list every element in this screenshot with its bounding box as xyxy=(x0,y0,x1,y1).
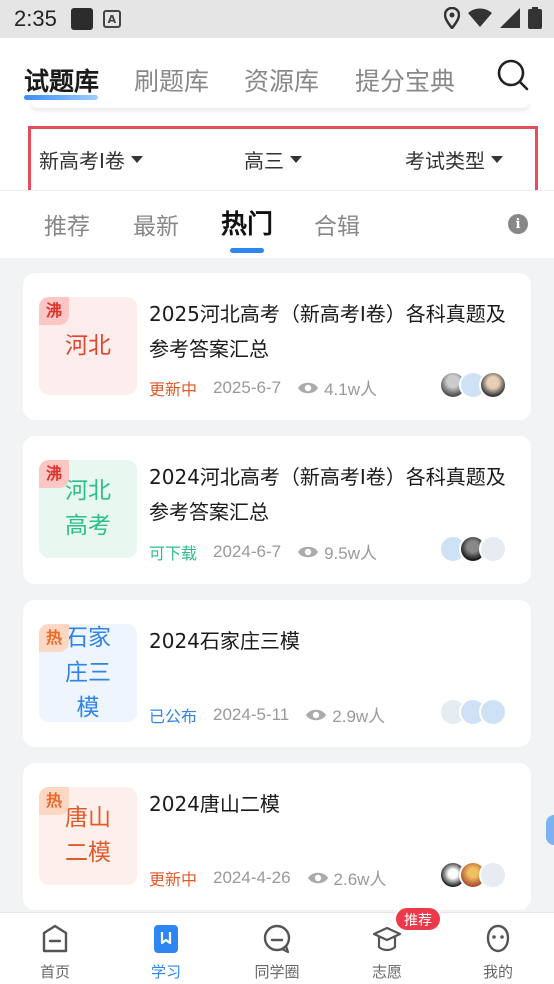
notification-a-icon: A xyxy=(102,10,121,28)
filter-bar: 新高考I卷 高三 考试类型 xyxy=(28,126,538,196)
avatar-group xyxy=(439,698,507,726)
hot-tag: 沸 xyxy=(39,460,69,488)
card-thumbnail: 热 石家庄三模 xyxy=(39,624,137,722)
views-count: 4.1w人 xyxy=(297,375,377,400)
status-bar: 2:35 A xyxy=(0,0,554,38)
battery-icon xyxy=(528,7,542,29)
wifi-icon xyxy=(468,8,492,27)
status-label: 更新中 xyxy=(149,379,198,399)
card-title: 2025河北高考（新高考I卷）各科真题及参考答案汇总 xyxy=(149,302,506,361)
card-thumbnail: 沸 河北 xyxy=(39,297,137,395)
floating-edge-button[interactable] xyxy=(546,815,554,845)
card-meta: 更新中 2024-4-26 2.6w人 xyxy=(149,865,386,890)
thumbnail-text: 河北 xyxy=(65,332,111,359)
header: 试题库 刷题库 资源库 提分宝典 新高考I卷 高三 考试类型 xyxy=(0,38,554,196)
date-label: 2025-6-7 xyxy=(213,377,282,397)
avatar xyxy=(479,861,507,889)
card-thumbnail: 沸 河北高考 xyxy=(39,460,137,558)
sub-tabs: 推荐 最新 热门 合辑 i xyxy=(0,190,554,258)
hot-tag: 沸 xyxy=(39,297,69,325)
avatar xyxy=(479,371,507,399)
tab-score-guide[interactable]: 提分宝典 xyxy=(355,62,455,98)
filter-paper-dropdown[interactable]: 新高考I卷 xyxy=(39,145,143,174)
list-item[interactable]: 热 石家庄三模 2024石家庄三模 已公布 2024-5-11 2.9w人 xyxy=(23,600,531,747)
search-icon[interactable] xyxy=(496,58,530,92)
views-count: 2.9w人 xyxy=(305,702,385,727)
notification-app-icon xyxy=(70,8,93,30)
views-label: 9.5w人 xyxy=(324,544,377,563)
hot-tag: 热 xyxy=(39,787,69,815)
hot-tag: 热 xyxy=(39,624,69,652)
avatar-group xyxy=(439,535,507,563)
filter-exam-type-label: 考试类型 xyxy=(405,149,485,173)
avatar xyxy=(479,535,507,563)
nav-home-label: 首页 xyxy=(39,963,70,981)
card-thumbnail: 热 唐山二模 xyxy=(39,787,137,885)
filter-grade-dropdown[interactable]: 高三 xyxy=(244,145,302,174)
list-item[interactable]: 沸 河北 2025河北高考（新高考I卷）各科真题及参考答案汇总 更新中 2025… xyxy=(23,273,531,420)
views-count: 9.5w人 xyxy=(297,539,377,564)
study-book-icon xyxy=(154,925,178,953)
status-label: 可下载 xyxy=(149,543,198,563)
tab-hot[interactable]: 热门 xyxy=(221,204,273,241)
list-item[interactable]: 沸 河北高考 2024河北高考（新高考I卷）各科真题及参考答案汇总 可下载 20… xyxy=(23,436,531,584)
views-count: 2.6w人 xyxy=(307,865,387,890)
nav-classmates[interactable]: 同学圈 xyxy=(237,913,317,984)
card-title: 2024河北高考（新高考I卷）各科真题及参考答案汇总 xyxy=(149,465,506,524)
views-label: 2.9w人 xyxy=(332,707,386,726)
tab-recommended[interactable]: 推荐 xyxy=(44,207,90,241)
status-label: 已公布 xyxy=(149,706,198,726)
thumbnail-text: 河北高考 xyxy=(65,478,111,539)
views-label: 4.1w人 xyxy=(324,380,377,399)
nav-home[interactable]: 首页 xyxy=(15,913,95,984)
card-title: 2024石家庄三模 xyxy=(149,629,300,653)
tab-collections[interactable]: 合辑 xyxy=(314,207,360,241)
nav-aspiration-label: 志愿 xyxy=(371,963,402,981)
home-icon xyxy=(42,924,68,953)
nav-study[interactable]: 学习 xyxy=(126,913,206,984)
avatar xyxy=(479,698,507,726)
card-title: 2024唐山二模 xyxy=(149,792,280,816)
sub-tab-indicator xyxy=(230,248,264,253)
profile-face-icon xyxy=(486,924,510,953)
info-icon[interactable]: i xyxy=(508,214,528,234)
views-label: 2.6w人 xyxy=(333,870,387,889)
date-label: 2024-4-26 xyxy=(213,867,291,887)
tab-question-bank[interactable]: 试题库 xyxy=(24,62,99,98)
card-meta: 已公布 2024-5-11 2.9w人 xyxy=(149,702,385,727)
location-icon xyxy=(444,7,460,29)
filter-paper-label: 新高考I卷 xyxy=(39,149,125,173)
filter-exam-type-dropdown[interactable]: 考试类型 xyxy=(405,145,503,174)
eye-icon xyxy=(298,546,319,557)
list-item[interactable]: 热 唐山二模 2024唐山二模 更新中 2024-4-26 2.6w人 xyxy=(23,763,531,910)
eye-icon xyxy=(307,872,328,883)
nav-study-label: 学习 xyxy=(150,963,181,981)
date-label: 2024-6-7 xyxy=(213,541,282,561)
card-meta: 可下载 2024-6-7 9.5w人 xyxy=(149,539,377,564)
card-meta: 更新中 2025-6-7 4.1w人 xyxy=(149,375,377,400)
caret-down-icon xyxy=(491,156,503,163)
nav-profile[interactable]: 我的 xyxy=(458,913,538,984)
eye-icon xyxy=(306,709,327,720)
recommend-badge: 推荐 xyxy=(394,906,442,932)
signal-icon xyxy=(500,8,520,28)
carousel-shadow xyxy=(30,100,530,108)
eye-icon xyxy=(298,382,319,393)
avatar-group xyxy=(439,861,507,889)
bottom-nav: 首页 学习 同学圈 志愿 我的 xyxy=(0,912,554,984)
tab-practice-bank[interactable]: 刷题库 xyxy=(134,62,209,98)
filter-grade-label: 高三 xyxy=(244,149,284,173)
avatar-group xyxy=(439,371,507,399)
nav-profile-label: 我的 xyxy=(482,963,513,981)
status-time: 2:35 xyxy=(14,6,57,31)
tab-latest[interactable]: 最新 xyxy=(133,207,179,241)
caret-down-icon xyxy=(130,156,143,163)
classmates-chat-icon xyxy=(263,924,291,954)
status-label: 更新中 xyxy=(149,869,198,889)
date-label: 2024-5-11 xyxy=(213,704,290,724)
nav-classmates-label: 同学圈 xyxy=(254,963,300,981)
caret-down-icon xyxy=(290,156,302,163)
tab-resource-bank[interactable]: 资源库 xyxy=(244,62,319,98)
thumbnail-text: 唐山二模 xyxy=(65,805,111,866)
